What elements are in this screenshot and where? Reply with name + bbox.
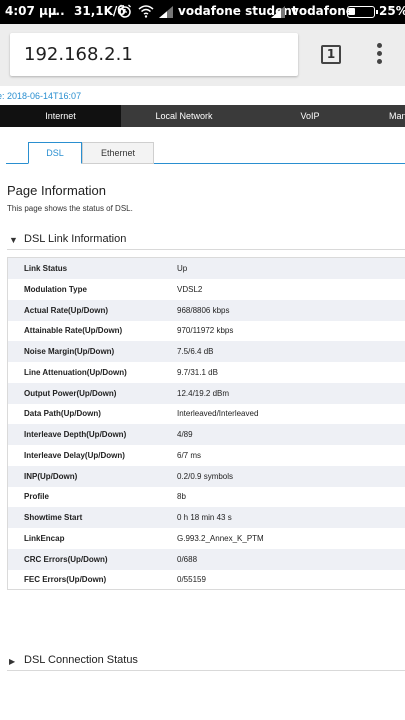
table-row: Interleave Delay(Up/Down) 6/7 ms <box>8 445 405 466</box>
row-label: Interleave Delay(Up/Down) <box>24 450 125 460</box>
sub-tab-dsl[interactable]: DSL <box>28 142 82 164</box>
row-label: Actual Rate(Up/Down) <box>24 305 108 315</box>
signal-icon-1 <box>159 6 173 18</box>
address-bar[interactable]: 192.168.2.1 <box>10 33 298 76</box>
expand-arrow-icon: ▶ <box>9 657 16 666</box>
carrier-2: vodafone <box>291 4 354 18</box>
overflow-menu-icon[interactable] <box>374 43 384 67</box>
page-title: Page Information <box>7 183 107 198</box>
row-label: Link Status <box>24 264 68 273</box>
nav-tab-voip[interactable]: VoIP <box>247 105 373 127</box>
table-row: Line Attenuation(Up/Down) 9.7/31.1 dB <box>8 362 405 383</box>
timestamp: e: 2018-06-14T16:07 <box>0 91 81 101</box>
battery-level <box>349 8 355 15</box>
row-value: 968/8806 kbps <box>177 305 230 315</box>
page-description: This page shows the status of DSL. <box>7 204 133 213</box>
table-row: Profile 8b <box>8 486 405 507</box>
tab-switcher-button[interactable]: 1 <box>321 45 341 64</box>
row-value: Up <box>177 264 188 273</box>
screen: 4:07 μμ ... 31,1K/б vodafone student vod… <box>0 0 405 720</box>
row-label: Attainable Rate(Up/Down) <box>24 326 123 336</box>
row-value: VDSL2 <box>177 284 203 294</box>
sub-tab-ethernet[interactable]: Ethernet <box>82 142 154 164</box>
table-row: FEC Errors(Up/Down) 0/55159 <box>8 569 405 590</box>
table-row: Interleave Depth(Up/Down) 4/89 <box>8 424 405 445</box>
web-page: e: 2018-06-14T16:07 Internet Local Netwo… <box>0 86 405 720</box>
nav-tab-local-network[interactable]: Local Network <box>121 105 247 127</box>
section-dsl-connection-status-header[interactable]: ▶ DSL Connection Status <box>7 651 405 671</box>
row-label: INP(Up/Down) <box>24 471 78 481</box>
status-bar: 4:07 μμ ... 31,1K/б vodafone student vod… <box>0 0 405 24</box>
row-value: 7.5/6.4 dB <box>177 347 214 356</box>
signal-icon-2 <box>271 6 285 18</box>
nav-tab-internet[interactable]: Internet <box>0 105 121 127</box>
wifi-icon <box>138 5 154 18</box>
clock: 4:07 μμ <box>5 4 57 18</box>
row-value: 8b <box>177 492 186 502</box>
row-label: Profile <box>24 492 49 502</box>
row-label: Modulation Type <box>24 284 87 294</box>
browser-toolbar: 192.168.2.1 1 <box>0 24 405 86</box>
table-row: Showtime Start 0 h 18 min 43 s <box>8 507 405 528</box>
main-nav: Internet Local Network VoIP Mana <box>0 105 405 127</box>
row-label: Data Path(Up/Down) <box>24 409 101 419</box>
nav-tab-management[interactable]: Mana <box>373 105 405 127</box>
row-value: 6/7 ms <box>177 450 202 460</box>
row-value: 4/89 <box>177 430 193 439</box>
row-value: G.993.2_Annex_K_PTM <box>177 533 264 543</box>
table-row: Actual Rate(Up/Down) 968/8806 kbps <box>8 299 405 321</box>
section-title: DSL Link Information <box>24 233 127 245</box>
collapse-arrow-icon: ▼ <box>9 235 18 245</box>
row-label: LinkEncap <box>24 533 65 543</box>
section-title: DSL Connection Status <box>24 654 138 666</box>
row-label: FEC Errors(Up/Down) <box>24 575 107 585</box>
row-label: Noise Margin(Up/Down) <box>24 347 115 356</box>
table-row: LinkEncap G.993.2_Annex_K_PTM <box>8 528 405 549</box>
notification-dots: ... <box>51 4 65 18</box>
row-value: 0/55159 <box>177 575 206 585</box>
row-value: 12.4/19.2 dBm <box>177 388 230 398</box>
table-row: Attainable Rate(Up/Down) 970/11972 kbps <box>8 320 405 341</box>
url-text[interactable]: 192.168.2.1 <box>24 44 133 65</box>
row-value: 0.2/0.9 symbols <box>177 471 234 481</box>
timestamp-value: 2018-06-14T16:07 <box>7 91 82 101</box>
row-value: Interleaved/Interleaved <box>177 409 259 419</box>
alarm-icon <box>119 4 131 18</box>
row-label: Showtime Start <box>24 513 83 522</box>
table-row: Noise Margin(Up/Down) 7.5/6.4 dB <box>8 341 405 362</box>
dsl-link-info-table: Link Status Up Modulation Type VDSL2 Actual … <box>7 257 405 590</box>
row-label: CRC Errors(Up/Down) <box>24 554 108 564</box>
row-value: 0/688 <box>177 554 198 564</box>
table-row: Data Path(Up/Down) Interleaved/Interleave… <box>8 403 405 424</box>
table-row: Output Power(Up/Down) 12.4/19.2 dBm <box>8 382 405 404</box>
row-value: 0 h 18 min 43 s <box>177 513 232 522</box>
row-label: Line Attenuation(Up/Down) <box>24 367 127 377</box>
table-row: INP(Up/Down) 0.2/0.9 symbols <box>8 465 405 487</box>
sub-tabs: DSL Ethernet <box>0 142 405 164</box>
row-value: 970/11972 kbps <box>177 326 234 336</box>
row-value: 9.7/31.1 dB <box>177 367 218 377</box>
row-label: Interleave Depth(Up/Down) <box>24 430 127 439</box>
timestamp-label: e: <box>0 91 5 101</box>
table-row: Modulation Type VDSL2 <box>8 279 405 300</box>
battery-percent: 25% <box>379 4 405 18</box>
table-row: CRC Errors(Up/Down) 0/688 <box>8 548 405 570</box>
row-label: Output Power(Up/Down) <box>24 388 117 398</box>
table-row: Link Status Up <box>8 258 405 279</box>
section-dsl-link-info-header[interactable]: ▼ DSL Link Information <box>7 230 405 250</box>
battery-icon <box>347 6 378 18</box>
